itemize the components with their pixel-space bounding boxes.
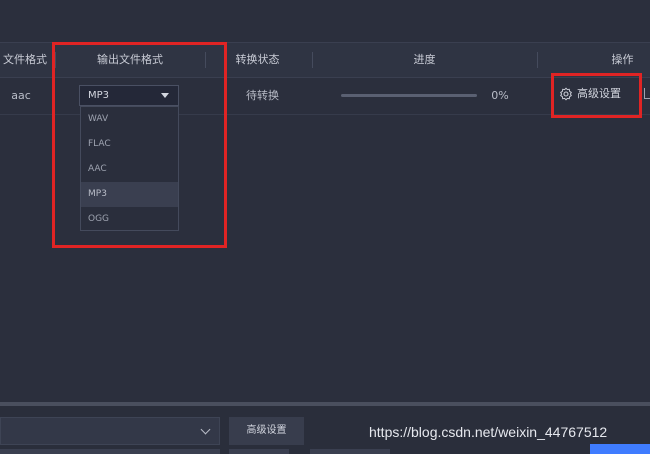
status-cell: 待转换 — [246, 89, 279, 102]
bottom-strip — [310, 449, 390, 454]
progress-bar — [341, 94, 477, 97]
header-actions: 操作 — [611, 53, 634, 66]
header-input-format: 文件格式 — [3, 53, 47, 66]
watermark: https://blog.csdn.net/weixin_44767512 — [369, 424, 608, 440]
input-format-cell: aac — [11, 89, 31, 102]
highlight-box-output-format — [52, 42, 227, 248]
header-progress: 进度 — [413, 53, 436, 66]
chevron-down-icon — [200, 424, 211, 435]
global-advanced-settings-button[interactable]: 高级设置 — [229, 417, 304, 445]
bottom-strip — [229, 449, 289, 454]
title-bar — [0, 0, 650, 43]
global-format-select[interactable] — [0, 417, 220, 445]
bottom-strip — [0, 449, 220, 454]
header-separator — [537, 52, 538, 68]
progress-text: 0% — [491, 89, 509, 102]
highlight-box-advanced-settings — [551, 73, 642, 118]
header-status: 转换状态 — [235, 53, 280, 66]
delete-icon[interactable] — [644, 88, 650, 99]
convert-button[interactable] — [590, 444, 650, 454]
